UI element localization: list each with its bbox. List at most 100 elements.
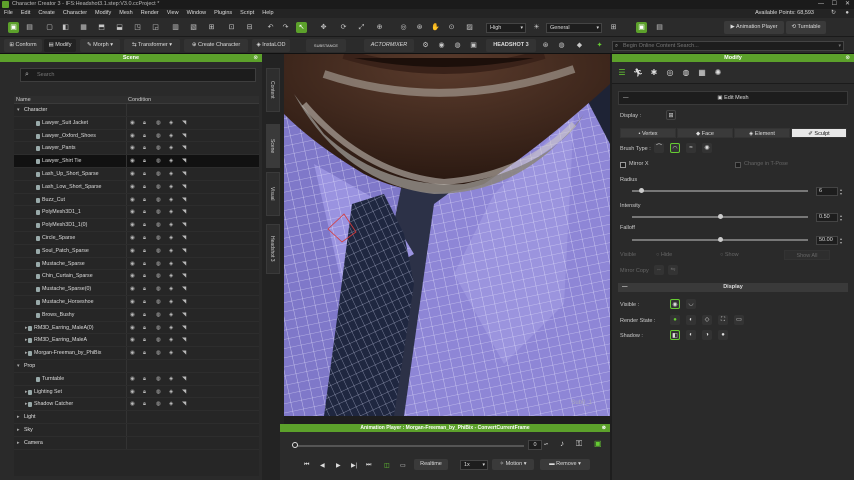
- visible-off-icon[interactable]: ◡: [686, 299, 696, 309]
- scene-row[interactable]: Mustache_Horseshoe ◉ 🔒︎ ◍ ◈ ◥: [14, 295, 259, 309]
- skin-icon[interactable]: ⊛: [540, 40, 551, 51]
- visibility-icon[interactable]: ◉: [130, 245, 135, 258]
- flag-icon[interactable]: ◥: [182, 181, 186, 194]
- shadow-icon[interactable]: ◍: [156, 347, 161, 360]
- expand-icon[interactable]: ▸: [17, 424, 20, 437]
- intensity-spin-icon[interactable]: ▴ ▾: [840, 214, 842, 222]
- close-icon[interactable]: ✕: [845, 0, 850, 9]
- visibility-icon[interactable]: ◉: [130, 322, 135, 335]
- flag-icon[interactable]: ◥: [182, 334, 186, 347]
- menu-create[interactable]: Create: [34, 9, 59, 18]
- flag-icon[interactable]: ◥: [182, 168, 186, 181]
- key-icon[interactable]: ⚿: [576, 439, 582, 449]
- 3d-viewport[interactable]: Sub0_1: [284, 54, 610, 416]
- move-icon[interactable]: ✥: [318, 22, 329, 33]
- undo-icon[interactable]: ↶: [265, 22, 276, 33]
- visibility-icon[interactable]: ◉: [130, 373, 135, 386]
- tab-scene[interactable]: Scene: [266, 124, 280, 168]
- layout-icon[interactable]: ▣: [8, 22, 19, 33]
- material-tab-icon[interactable]: ◍: [680, 67, 692, 79]
- scene-row[interactable]: ▸ RM3D_Earring_MaleA(0) ◉ 🔒︎ ◍ ◈ ◥: [14, 321, 259, 335]
- zoom-icon[interactable]: ⊙: [446, 22, 457, 33]
- morph-button[interactable]: ✎ Morph ▾: [80, 39, 120, 52]
- realtime-button[interactable]: Realtime: [414, 459, 448, 470]
- scene-row[interactable]: Mustache_Sparse ◉ 🔒︎ ◍ ◈ ◥: [14, 257, 259, 271]
- flag-icon[interactable]: ◥: [182, 117, 186, 130]
- scene-row[interactable]: ▸ RM3D_Earring_MaleA ◉ 🔒︎ ◍ ◈ ◥: [14, 334, 259, 348]
- lock-icon[interactable]: 🔒︎: [143, 232, 146, 245]
- lock-icon[interactable]: 🔒︎: [143, 270, 146, 283]
- menu-modify[interactable]: Modify: [91, 9, 115, 18]
- shadow-icon[interactable]: ◍: [156, 296, 161, 309]
- col-condition[interactable]: Condition: [128, 96, 151, 104]
- visibility-icon[interactable]: ◉: [130, 283, 135, 296]
- browser-icon[interactable]: ⊡: [226, 22, 237, 33]
- scene-row[interactable]: Lawyer_Suit Jacket ◉ 🔒︎ ◍ ◈ ◥: [14, 116, 259, 130]
- substance-button[interactable]: SUBSTANCE: [306, 39, 346, 52]
- flag-icon[interactable]: ◥: [182, 155, 186, 168]
- collapse-icon[interactable]: ▾: [17, 360, 20, 373]
- minimize-icon[interactable]: —: [818, 0, 824, 9]
- visibility-icon[interactable]: ◉: [130, 296, 135, 309]
- export-fbx-icon[interactable]: ◳: [132, 22, 143, 33]
- orbit-icon[interactable]: ⊛: [414, 22, 425, 33]
- shadow-icon[interactable]: ◍: [156, 168, 161, 181]
- falloff-input[interactable]: 50.00: [816, 236, 838, 245]
- lock-icon[interactable]: 🔒︎: [143, 398, 146, 411]
- visibility-icon[interactable]: ◉: [130, 232, 135, 245]
- render-icon[interactable]: ◈: [169, 130, 173, 143]
- render-icon[interactable]: ◈: [169, 386, 173, 399]
- render-icon[interactable]: ◈: [169, 181, 173, 194]
- render-shaded-icon[interactable]: ●: [670, 315, 680, 325]
- scene-category-row[interactable]: ▸ Camera: [14, 436, 259, 450]
- maximize-icon[interactable]: ☐: [832, 0, 837, 9]
- shadow-icon[interactable]: ◍: [156, 219, 161, 232]
- fit-icon[interactable]: ▨: [464, 22, 475, 33]
- physics-tab-icon[interactable]: ✺: [712, 67, 724, 79]
- frame-spin-icon[interactable]: ▴▾: [544, 441, 548, 446]
- render-icon[interactable]: ◈: [169, 117, 173, 130]
- scene-row[interactable]: Lash_Up_Short_Sparse ◉ 🔒︎ ◍ ◈ ◥: [14, 167, 259, 181]
- headshot-button[interactable]: HEADSHOT 3: [486, 39, 536, 52]
- modify-close-icon[interactable]: ⊗: [845, 54, 850, 62]
- lock-icon[interactable]: 🔒︎: [143, 258, 146, 271]
- visibility-icon[interactable]: ◉: [130, 168, 135, 181]
- scene-row[interactable]: Chin_Curtain_Sparse ◉ 🔒︎ ◍ ◈ ◥: [14, 270, 259, 284]
- shadow-icon[interactable]: ◍: [156, 309, 161, 322]
- save-icon[interactable]: ▦: [78, 22, 89, 33]
- intensity-slider-knob[interactable]: [718, 214, 723, 219]
- lock-icon[interactable]: 🔒︎: [143, 296, 146, 309]
- anim-close-icon[interactable]: ⊗: [602, 424, 606, 432]
- redo-icon[interactable]: ↷: [280, 22, 291, 33]
- flag-icon[interactable]: ◥: [182, 219, 186, 232]
- render-icon[interactable]: ◈: [169, 155, 173, 168]
- morph-tab-icon[interactable]: ◎: [664, 67, 676, 79]
- scene-row[interactable]: PolyMesh3D1_1 ◉ 🔒︎ ◍ ◈ ◥: [14, 206, 259, 220]
- shadow-icon[interactable]: ◍: [156, 194, 161, 207]
- mirror-copy-b-icon[interactable]: ⇋: [668, 265, 678, 275]
- scene-category-row[interactable]: ▾ Prop: [14, 359, 259, 373]
- play-icon[interactable]: ▶: [336, 462, 341, 469]
- visibility-icon[interactable]: ◉: [130, 130, 135, 143]
- scene-search-input[interactable]: ⌕ Search: [20, 68, 256, 82]
- render-icon[interactable]: ◈: [169, 283, 173, 296]
- conform-button[interactable]: ⊞ Conform: [4, 39, 42, 52]
- lock-icon[interactable]: 🔒︎: [143, 322, 146, 335]
- visibility-icon[interactable]: ◉: [130, 155, 135, 168]
- shadow-icon[interactable]: ◍: [156, 181, 161, 194]
- render-icon[interactable]: ◈: [169, 232, 173, 245]
- motion-button[interactable]: ✧ Motion ▾: [492, 459, 534, 470]
- render-icon[interactable]: ◈: [169, 206, 173, 219]
- col-name[interactable]: Name: [16, 96, 31, 104]
- flag-icon[interactable]: ◥: [182, 322, 186, 335]
- shadow-icon[interactable]: ◍: [156, 245, 161, 258]
- face-mode-button[interactable]: ◆ Face: [677, 128, 733, 138]
- fullscreen-icon[interactable]: ▭: [400, 462, 406, 469]
- texture-tab-icon[interactable]: ▦: [696, 67, 708, 79]
- sculpt-mode-button[interactable]: ✐ Sculpt: [791, 128, 847, 138]
- shadow-icon[interactable]: ◍: [156, 258, 161, 271]
- lock-icon[interactable]: 🔒︎: [143, 130, 146, 143]
- rotate-icon[interactable]: ⟳: [338, 22, 349, 33]
- lock-icon[interactable]: 🔒︎: [143, 181, 146, 194]
- plugin-a-icon[interactable]: ⚙: [420, 40, 431, 51]
